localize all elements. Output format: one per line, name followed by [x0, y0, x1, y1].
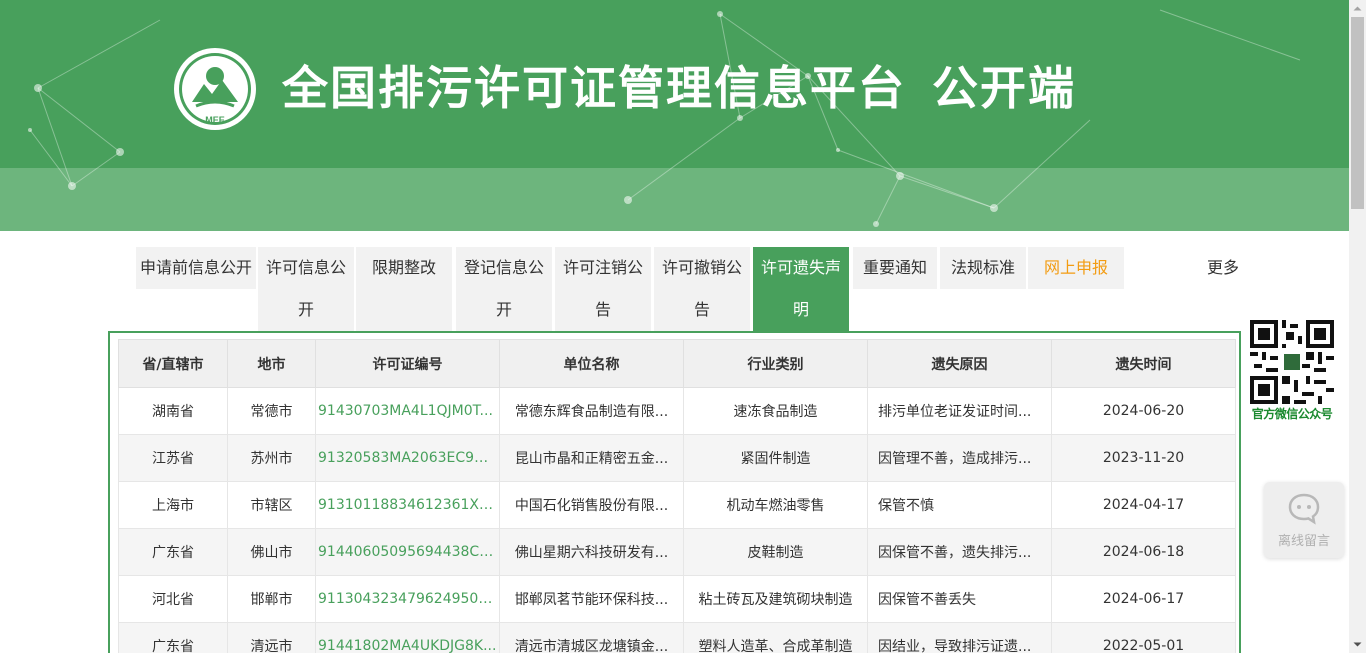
mee-logo-icon: MEE [174, 48, 256, 130]
cell-date: 2023-11-20 [1051, 434, 1236, 482]
tab-loss-statement[interactable]: 许可遗失声明 [753, 247, 849, 331]
tab-registration-info[interactable]: 登记信息公开 [456, 247, 552, 331]
col-loss-reason: 遗失原因 [867, 339, 1052, 388]
cell-province: 上海市 [118, 481, 228, 529]
cell-city: 邯郸市 [227, 575, 316, 623]
cell-company: 昆山市晶和正精密五金... [499, 434, 684, 482]
table-row[interactable]: 湖南省 常德市 91430703MA4L1QJM0T... 常德东辉食品制造有限… [118, 387, 1236, 435]
table-row[interactable]: 江苏省 苏州市 91320583MA2063EC9C... 昆山市晶和正精密五金… [118, 434, 1236, 482]
vertical-scrollbar[interactable] [1349, 0, 1366, 653]
cell-province: 广东省 [118, 528, 228, 576]
col-loss-date: 遗失时间 [1051, 339, 1236, 388]
header-banner: MEE 全国排污许可证管理信息平台 公开端 [0, 0, 1349, 231]
cell-license-link[interactable]: 91320583MA2063EC9C... [315, 434, 500, 482]
table-row[interactable]: 上海市 市辖区 91310118834612361X0... 中国石化销售股份有… [118, 481, 1236, 529]
scroll-up-arrow-icon[interactable] [1349, 0, 1366, 17]
site-title-sub: 公开端 [932, 61, 1076, 115]
offline-message-label: 离线留言 [1277, 534, 1330, 549]
loss-statement-table: 省/直辖市 地市 许可证编号 单位名称 行业类别 遗失原因 遗失时间 湖南省 常… [118, 339, 1236, 653]
cell-date: 2022-05-01 [1051, 622, 1236, 653]
offline-message-button[interactable]: 离线留言 [1264, 482, 1344, 558]
col-province: 省/直辖市 [118, 339, 228, 388]
table-panel: 省/直辖市 地市 许可证编号 单位名称 行业类别 遗失原因 遗失时间 湖南省 常… [108, 331, 1241, 653]
tab-online-application[interactable]: 网上申报 [1028, 247, 1124, 289]
cell-reason: 因保管不善丢失 [867, 575, 1052, 623]
cell-company: 常德东辉食品制造有限... [499, 387, 684, 435]
scroll-down-arrow-icon[interactable] [1349, 636, 1366, 653]
col-city: 地市 [227, 339, 316, 388]
cell-reason: 因结业，导致排污证遗... [867, 622, 1052, 653]
table-row[interactable]: 广东省 清远市 91441802MA4UKDJG8K... 清远市清城区龙塘镇金… [118, 622, 1236, 653]
table-row[interactable]: 河北省 邯郸市 9113043234796249500... 邯郸凤茗节能环保科… [118, 575, 1236, 623]
site-title: 全国排污许可证管理信息平台 公开端 [282, 60, 1076, 116]
qr-label: 官方微信公众号 [1251, 407, 1333, 421]
cell-city: 苏州市 [227, 434, 316, 482]
cell-license-link[interactable]: 91440605095694438C0... [315, 528, 500, 576]
cell-province: 湖南省 [118, 387, 228, 435]
table-row[interactable]: 广东省 佛山市 91440605095694438C0... 佛山星期六科技研发… [118, 528, 1236, 576]
cell-date: 2024-06-20 [1051, 387, 1236, 435]
tab-rectification[interactable]: 限期整改 [356, 247, 452, 331]
cell-city: 清远市 [227, 622, 316, 653]
cell-city: 市辖区 [227, 481, 316, 529]
qr-code-icon [1250, 320, 1334, 404]
cell-industry: 速冻食品制造 [683, 387, 868, 435]
col-company-name: 单位名称 [499, 339, 684, 388]
cell-industry: 塑料人造革、合成革制造 [683, 622, 868, 653]
wechat-qr: 官方微信公众号 [1246, 320, 1338, 422]
cell-reason: 保管不慎 [867, 481, 1052, 529]
cell-date: 2024-06-17 [1051, 575, 1236, 623]
col-industry: 行业类别 [683, 339, 868, 388]
page: MEE 全国排污许可证管理信息平台 公开端 申请前信息公开 许可信息公开 限期整改… [0, 0, 1366, 653]
col-license-number: 许可证编号 [315, 339, 500, 388]
cell-date: 2024-04-17 [1051, 481, 1236, 529]
more-link[interactable]: 更多 [1207, 247, 1239, 289]
cell-city: 常德市 [227, 387, 316, 435]
cell-province: 江苏省 [118, 434, 228, 482]
cell-reason: 因管理不善，造成排污... [867, 434, 1052, 482]
cell-company: 清远市清城区龙塘镇金... [499, 622, 684, 653]
cell-license-link[interactable]: 91430703MA4L1QJM0T... [315, 387, 500, 435]
cell-license-link[interactable]: 9113043234796249500... [315, 575, 500, 623]
cell-industry: 粘土砖瓦及建筑砌块制造 [683, 575, 868, 623]
tab-revocation-notice[interactable]: 许可撤销公告 [654, 247, 750, 331]
cell-license-link[interactable]: 91310118834612361X0... [315, 481, 500, 529]
cell-industry: 机动车燃油零售 [683, 481, 868, 529]
chat-bubble-icon [1288, 493, 1320, 525]
cell-company: 邯郸凤茗节能环保科技... [499, 575, 684, 623]
tab-cancellation-notice[interactable]: 许可注销公告 [555, 247, 651, 331]
cell-city: 佛山市 [227, 528, 316, 576]
logo-text: MEE [205, 115, 225, 125]
table-header-row: 省/直辖市 地市 许可证编号 单位名称 行业类别 遗失原因 遗失时间 [118, 339, 1236, 388]
cell-company: 中国石化销售股份有限... [499, 481, 684, 529]
scrollbar-thumb[interactable] [1351, 17, 1364, 209]
cell-reason: 因保管不善，遗失排污... [867, 528, 1052, 576]
cell-company: 佛山星期六科技研发有... [499, 528, 684, 576]
cell-reason: 排污单位老证发证时间... [867, 387, 1052, 435]
tab-important-notice[interactable]: 重要通知 [853, 247, 937, 289]
cell-license-link[interactable]: 91441802MA4UKDJG8K... [315, 622, 500, 653]
site-title-main: 全国排污许可证管理信息平台 [282, 61, 906, 115]
cell-industry: 紧固件制造 [683, 434, 868, 482]
cell-industry: 皮鞋制造 [683, 528, 868, 576]
tab-pre-application[interactable]: 申请前信息公开 [136, 247, 256, 289]
tab-regulations[interactable]: 法规标准 [940, 247, 1026, 289]
cell-province: 河北省 [118, 575, 228, 623]
tab-license-info[interactable]: 许可信息公开 [258, 247, 354, 331]
cell-date: 2024-06-18 [1051, 528, 1236, 576]
cell-province: 广东省 [118, 622, 228, 653]
